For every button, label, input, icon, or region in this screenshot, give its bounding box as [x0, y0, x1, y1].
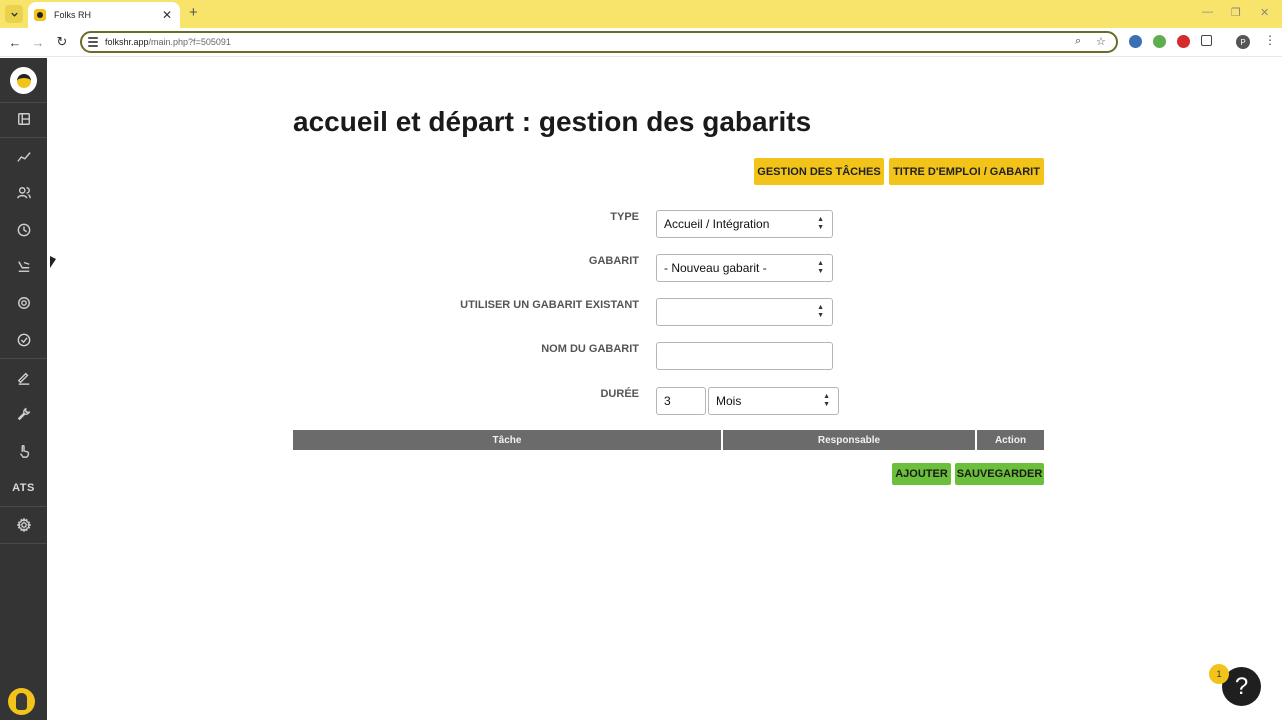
template-label: Gabarit	[588, 255, 639, 267]
back-icon[interactable]: ←	[6, 33, 24, 51]
analytics-icon	[16, 152, 31, 162]
save-button[interactable]: Sauvegarder	[955, 463, 1044, 485]
sidebar-divider	[0, 543, 47, 544]
logo-face-icon	[16, 73, 31, 88]
extension-red-icon[interactable]	[1177, 35, 1190, 48]
restore-icon[interactable]: ❐	[1231, 6, 1241, 19]
duration-unit-select[interactable]: Mois ▲ ▼	[708, 387, 839, 415]
profile-avatar[interactable]: P	[1236, 35, 1250, 49]
sidebar-item-analytics[interactable]	[0, 139, 47, 175]
sidebar-item-settings-cog[interactable]	[0, 285, 47, 321]
select-arrows-icon: ▲ ▼	[823, 393, 830, 408]
sidebar-item-settings[interactable]	[0, 507, 47, 543]
close-window-icon[interactable]: ✕	[1260, 6, 1269, 19]
tab-title: Folks RH	[54, 10, 92, 20]
url-path: /main.php?f=505091	[148, 37, 231, 47]
sidebar-item-tasks[interactable]	[0, 322, 47, 358]
vacation-icon	[17, 261, 29, 272]
type-select-value: Accueil / Intégration	[664, 217, 770, 231]
extension-1password-icon[interactable]	[1129, 35, 1142, 48]
page-title: accueil et départ : gestion des gabarits	[293, 106, 812, 137]
column-header-responsible: Responsable	[723, 430, 977, 450]
signature-icon	[17, 372, 29, 385]
add-button[interactable]: Ajouter	[892, 463, 951, 485]
sidebar-item-employees[interactable]	[0, 175, 47, 211]
extensions-puzzle-icon[interactable]	[1201, 35, 1212, 46]
type-select[interactable]: Accueil / Intégration ▲ ▼	[656, 210, 833, 238]
template-select[interactable]: - Nouveau gabarit - ▲ ▼	[656, 254, 833, 282]
dashboard-icon	[17, 113, 30, 125]
main-content: accueil et départ : gestion des gabarits…	[47, 58, 1282, 720]
tasks-table-header: Tâche Responsable Action	[293, 430, 1044, 450]
settings-cog-icon	[17, 297, 30, 309]
duration-unit-value: Mois	[716, 394, 742, 408]
url-text: folkshr.app/main.php?f=505091	[105, 37, 231, 47]
sidebar-item-ats[interactable]: ATS	[0, 470, 47, 506]
folks-logo[interactable]	[10, 67, 37, 94]
chevron-down-icon	[10, 12, 18, 17]
app-sidebar: ATS	[0, 58, 47, 720]
extension-green-icon[interactable]	[1153, 35, 1166, 48]
time-icon	[17, 223, 30, 237]
minimize-icon[interactable]: —	[1202, 6, 1213, 18]
column-header-action: Action	[977, 430, 1044, 450]
tab-search-button[interactable]	[5, 5, 23, 23]
template-name-label: Nom du gabarit	[541, 343, 639, 355]
duration-value: 3	[664, 394, 671, 408]
tasks-check-icon	[17, 333, 30, 347]
sidebar-item-hand[interactable]	[0, 433, 47, 469]
browser-menu-icon[interactable]: ⋮	[1264, 33, 1276, 47]
hand-icon	[19, 445, 29, 458]
existing-template-select[interactable]: ▲ ▼	[656, 298, 833, 326]
browser-toolbar: ← → ↻ folkshr.app/main.php?f=505091 ⌕ ☆ …	[0, 28, 1282, 57]
site-info-icon[interactable]	[88, 37, 98, 47]
question-icon: ?	[1234, 672, 1249, 700]
select-arrows-icon: ▲ ▼	[817, 304, 824, 319]
sidebar-item-time[interactable]	[0, 212, 47, 248]
address-bar[interactable]: folkshr.app/main.php?f=505091 ⌕ ☆	[80, 31, 1118, 53]
forward-icon[interactable]: →	[29, 33, 47, 51]
employees-icon	[16, 187, 31, 199]
template-select-value: - Nouveau gabarit -	[664, 261, 767, 275]
close-tab-icon[interactable]: ✕	[162, 8, 172, 22]
bookmark-star-icon[interactable]: ☆	[1096, 35, 1106, 48]
job-title-template-button[interactable]: Titre d'emploi / gabarit	[889, 158, 1044, 185]
sidebar-divider	[0, 137, 47, 138]
sidebar-item-tools[interactable]	[0, 396, 47, 432]
zoom-icon[interactable]: ⌕	[1075, 35, 1081, 48]
sidebar-item-signature[interactable]	[0, 360, 47, 396]
sidebar-item-dashboard[interactable]	[0, 101, 47, 137]
duration-input[interactable]: 3	[656, 387, 706, 415]
existing-template-label: Utiliser un gabarit existant	[460, 299, 639, 311]
tools-icon	[17, 407, 30, 421]
new-tab-button[interactable]: +	[189, 4, 198, 21]
settings-icon	[16, 518, 31, 532]
folks-favicon-icon	[34, 9, 46, 21]
sidebar-item-vacation[interactable]	[0, 248, 47, 284]
template-name-input[interactable]	[656, 342, 833, 370]
column-header-task: Tâche	[293, 430, 723, 450]
reload-icon[interactable]: ↻	[53, 33, 71, 51]
url-host: folkshr.app	[105, 37, 149, 47]
manage-tasks-button[interactable]: Gestion des tâches	[754, 158, 884, 185]
duration-label: Durée	[600, 388, 639, 400]
help-notification-badge: 1	[1209, 664, 1229, 684]
select-arrows-icon: ▲ ▼	[817, 260, 824, 275]
type-label: Type	[610, 211, 639, 223]
browser-tab[interactable]: Folks RH ✕	[28, 2, 180, 28]
ats-label: ATS	[12, 482, 35, 494]
browser-tab-strip: Folks RH ✕ + — ❐ ✕	[0, 0, 1282, 28]
select-arrows-icon: ▲ ▼	[817, 216, 824, 231]
sidebar-divider	[0, 358, 47, 359]
user-avatar[interactable]	[8, 688, 35, 715]
